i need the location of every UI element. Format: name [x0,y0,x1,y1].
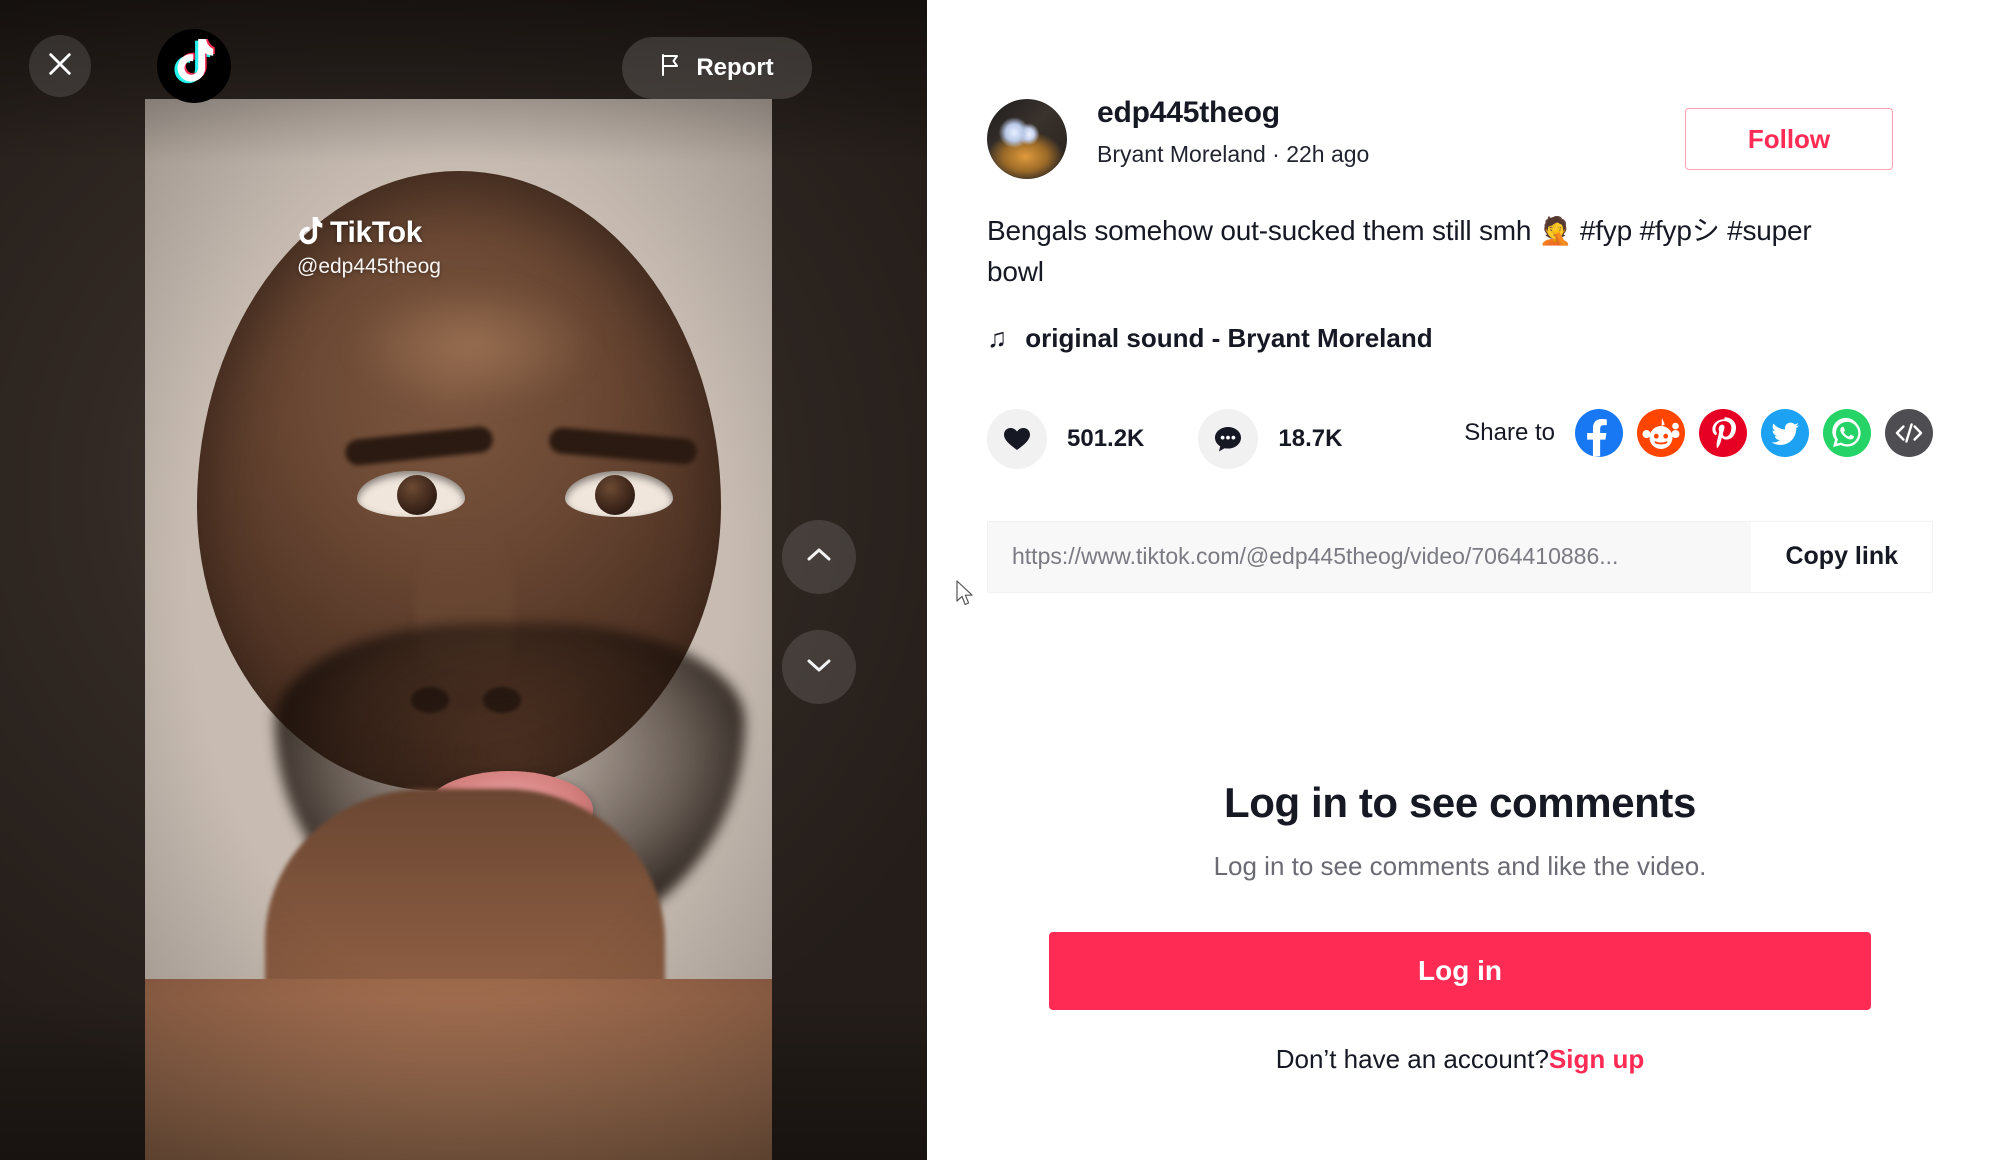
tiktok-logo-button[interactable] [157,29,231,103]
report-label: Report [696,54,774,81]
post-timestamp: 22h ago [1286,141,1370,167]
author-nickname: Bryant Moreland [1097,141,1266,167]
comment-stat[interactable]: 18.7K [1198,408,1343,469]
like-count: 501.2K [1067,424,1145,452]
sound-label[interactable]: original sound - Bryant Moreland [1025,323,1432,354]
login-prompt-block: Log in to see comments Log in to see com… [927,779,1993,1075]
share-facebook-icon[interactable] [1575,408,1623,457]
share-row: Share to [1464,408,1933,457]
video-vignette [145,99,772,1160]
author-row: edp445theog Bryant Moreland · 22h ago Fo… [927,0,1993,179]
login-button[interactable]: Log in [1049,931,1871,1010]
watermark-brand: TikTok [330,216,423,249]
author-meta: edp445theog Bryant Moreland · 22h ago [1097,95,1369,168]
author-subtitle: Bryant Moreland · 22h ago [1097,141,1369,168]
login-title: Log in to see comments [1224,778,1696,826]
watermark-username: @edp445theog [297,255,441,278]
heart-icon[interactable] [987,408,1047,469]
like-stat[interactable]: 501.2K [987,408,1145,469]
author-username[interactable]: edp445theog [1097,95,1369,131]
signup-line: Don’t have an account?Sign up [987,1044,1933,1075]
report-button[interactable]: Report [622,37,812,99]
facepalm-emoji: 🤦 [1538,216,1573,246]
share-pinterest-icon[interactable] [1699,408,1747,457]
next-video-button[interactable] [782,630,856,704]
meta-separator: · [1272,141,1280,167]
previous-video-button[interactable] [782,520,856,594]
video-watermark: TikTok @edp445theog [297,217,441,279]
share-reddit-icon[interactable] [1637,408,1685,457]
comment-count: 18.7K [1278,424,1343,452]
video-player-panel[interactable]: TikTok @edp445theog Report [0,0,927,1160]
flag-icon [660,53,682,84]
music-note-icon: ♫ [987,322,1008,353]
video-url-field[interactable]: https://www.tiktok.com/@edp445theog/vide… [988,521,1752,592]
engagement-stats-row: 501.2K 18.7K Share to [927,354,1993,469]
share-label: Share to [1464,418,1555,446]
signup-link[interactable]: Sign up [1549,1044,1644,1074]
tiktok-note-icon [297,217,323,249]
comment-icon[interactable] [1198,408,1259,469]
tiktok-video-modal: TikTok @edp445theog Report edp445theog B… [0,0,1993,1160]
close-button[interactable] [29,35,91,97]
video-frame[interactable]: TikTok @edp445theog [145,99,772,1160]
share-whatsapp-icon[interactable] [1823,408,1871,457]
sound-row[interactable]: ♫ original sound - Bryant Moreland [927,293,1993,354]
close-icon [46,50,74,83]
tiktok-logo-icon [173,36,215,94]
share-twitter-icon[interactable] [1761,408,1809,457]
chevron-up-icon [802,538,836,577]
signup-prompt: Don’t have an account? [1275,1043,1549,1074]
follow-button[interactable]: Follow [1685,108,1893,170]
video-info-panel: edp445theog Bryant Moreland · 22h ago Fo… [927,0,1993,1160]
video-description: Bengals somehow out-sucked them still sm… [927,179,1887,293]
description-text: Bengals somehow out-sucked them still sm… [987,215,1539,246]
chevron-down-icon [802,648,836,687]
copy-link-button[interactable]: Copy link [1751,521,1932,592]
login-subtitle: Log in to see comments and like the vide… [1213,850,1707,881]
avatar[interactable] [987,99,1067,179]
share-link-row: https://www.tiktok.com/@edp445theog/vide… [987,520,1933,593]
share-embed-icon[interactable] [1885,408,1933,457]
